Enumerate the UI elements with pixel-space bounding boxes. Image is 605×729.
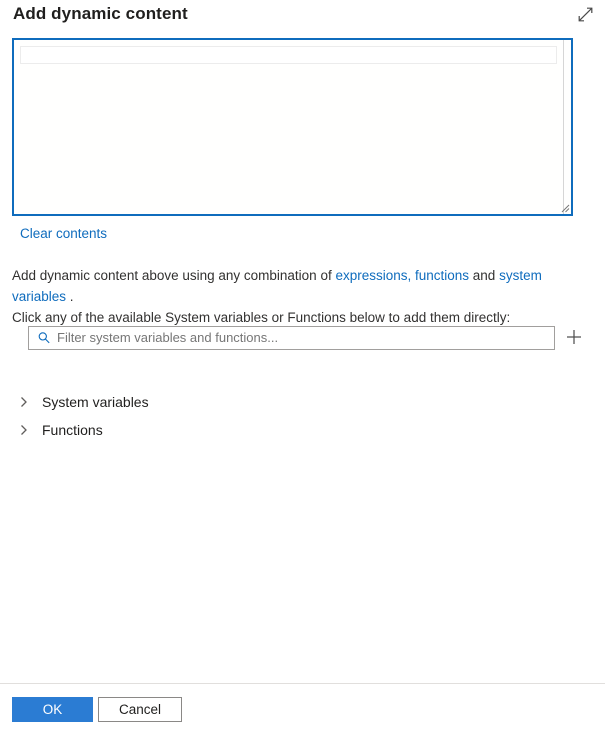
ok-button[interactable]: OK	[12, 697, 93, 722]
expressions-functions-link[interactable]: expressions, functions	[335, 268, 469, 283]
description-line1-mid: and	[469, 268, 500, 283]
section-label: Functions	[42, 422, 103, 438]
description-line2: Click any of the available System variab…	[12, 310, 511, 325]
add-dynamic-content-button[interactable]	[563, 326, 585, 350]
chevron-right-icon	[16, 394, 32, 410]
sections-list: System variables Functions	[12, 388, 582, 444]
section-functions[interactable]: Functions	[12, 416, 582, 444]
description-line1-suffix: .	[66, 289, 74, 304]
section-label: System variables	[42, 394, 149, 410]
editor-first-line[interactable]	[20, 46, 557, 64]
search-icon	[37, 331, 51, 345]
search-box[interactable]	[28, 326, 555, 350]
description-text: Add dynamic content above using any comb…	[12, 265, 597, 328]
expand-panel-button[interactable]	[573, 2, 597, 26]
search-input[interactable]	[57, 328, 554, 348]
clear-contents-link[interactable]: Clear contents	[20, 226, 107, 241]
filter-row	[28, 326, 581, 350]
page-title: Add dynamic content	[13, 4, 188, 23]
expand-diagonal-icon	[577, 6, 594, 23]
editor-scrollbar[interactable]	[563, 40, 571, 214]
cancel-button[interactable]: Cancel	[98, 697, 182, 722]
description-line1-prefix: Add dynamic content above using any comb…	[12, 268, 336, 283]
dynamic-content-editor[interactable]	[12, 38, 573, 216]
editor-caret	[30, 56, 31, 68]
panel-footer: OK Cancel	[0, 684, 605, 729]
panel-header: Add dynamic content	[0, 0, 605, 32]
chevron-right-icon	[16, 422, 32, 438]
section-system-variables[interactable]: System variables	[12, 388, 582, 416]
resize-grip-icon[interactable]	[558, 201, 570, 213]
plus-icon	[565, 328, 583, 349]
